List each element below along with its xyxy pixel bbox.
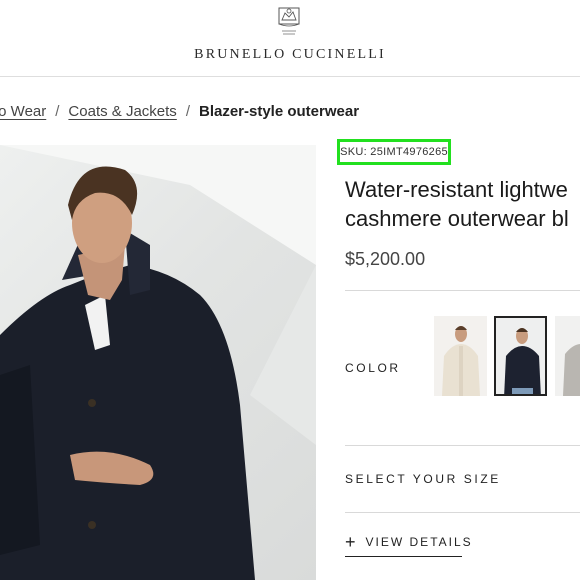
- product-price: $5,200.00: [345, 249, 426, 269]
- product-title-line-2: cashmere outerwear bl: [345, 206, 569, 231]
- breadcrumb-link-coats-jackets[interactable]: Coats & Jackets: [68, 103, 176, 120]
- product-title-line-1: Water-resistant lightwe: [345, 177, 568, 202]
- color-swatch-cream[interactable]: [434, 316, 487, 396]
- color-swatch-navy[interactable]: [494, 316, 547, 396]
- select-size-button[interactable]: SELECT YOUR SIZE: [345, 472, 501, 486]
- divider: [345, 290, 580, 291]
- header-divider: [0, 76, 580, 77]
- view-details-label: VIEW DETAILS: [365, 535, 473, 549]
- view-details-underline: [345, 556, 462, 557]
- plus-icon: +: [345, 532, 358, 552]
- breadcrumb-link-ready-to-wear[interactable]: to Wear: [0, 103, 46, 120]
- breadcrumb-separator: /: [55, 103, 60, 120]
- brand-emblem-logo[interactable]: [276, 5, 302, 39]
- breadcrumb: to Wear / Coats & Jackets / Blazer-style out…: [0, 103, 359, 120]
- view-details-button[interactable]: + VIEW DETAILS: [345, 532, 473, 552]
- divider: [345, 445, 580, 446]
- divider: [345, 512, 580, 513]
- breadcrumb-separator: /: [185, 103, 190, 120]
- color-swatch-grey[interactable]: [555, 316, 580, 396]
- product-title: Water-resistant lightwe cashmere outerwe…: [345, 175, 580, 233]
- brand-wordmark[interactable]: BRUNELLO CUCINELLI: [0, 47, 580, 63]
- sku-label: SKU: 25IMT4976265: [337, 139, 451, 165]
- color-label: COLOR: [345, 361, 401, 375]
- product-main-image[interactable]: [0, 145, 316, 580]
- site-header: BRUNELLO CUCINELLI: [0, 0, 580, 77]
- breadcrumb-current: Blazer-style outerwear: [198, 103, 360, 120]
